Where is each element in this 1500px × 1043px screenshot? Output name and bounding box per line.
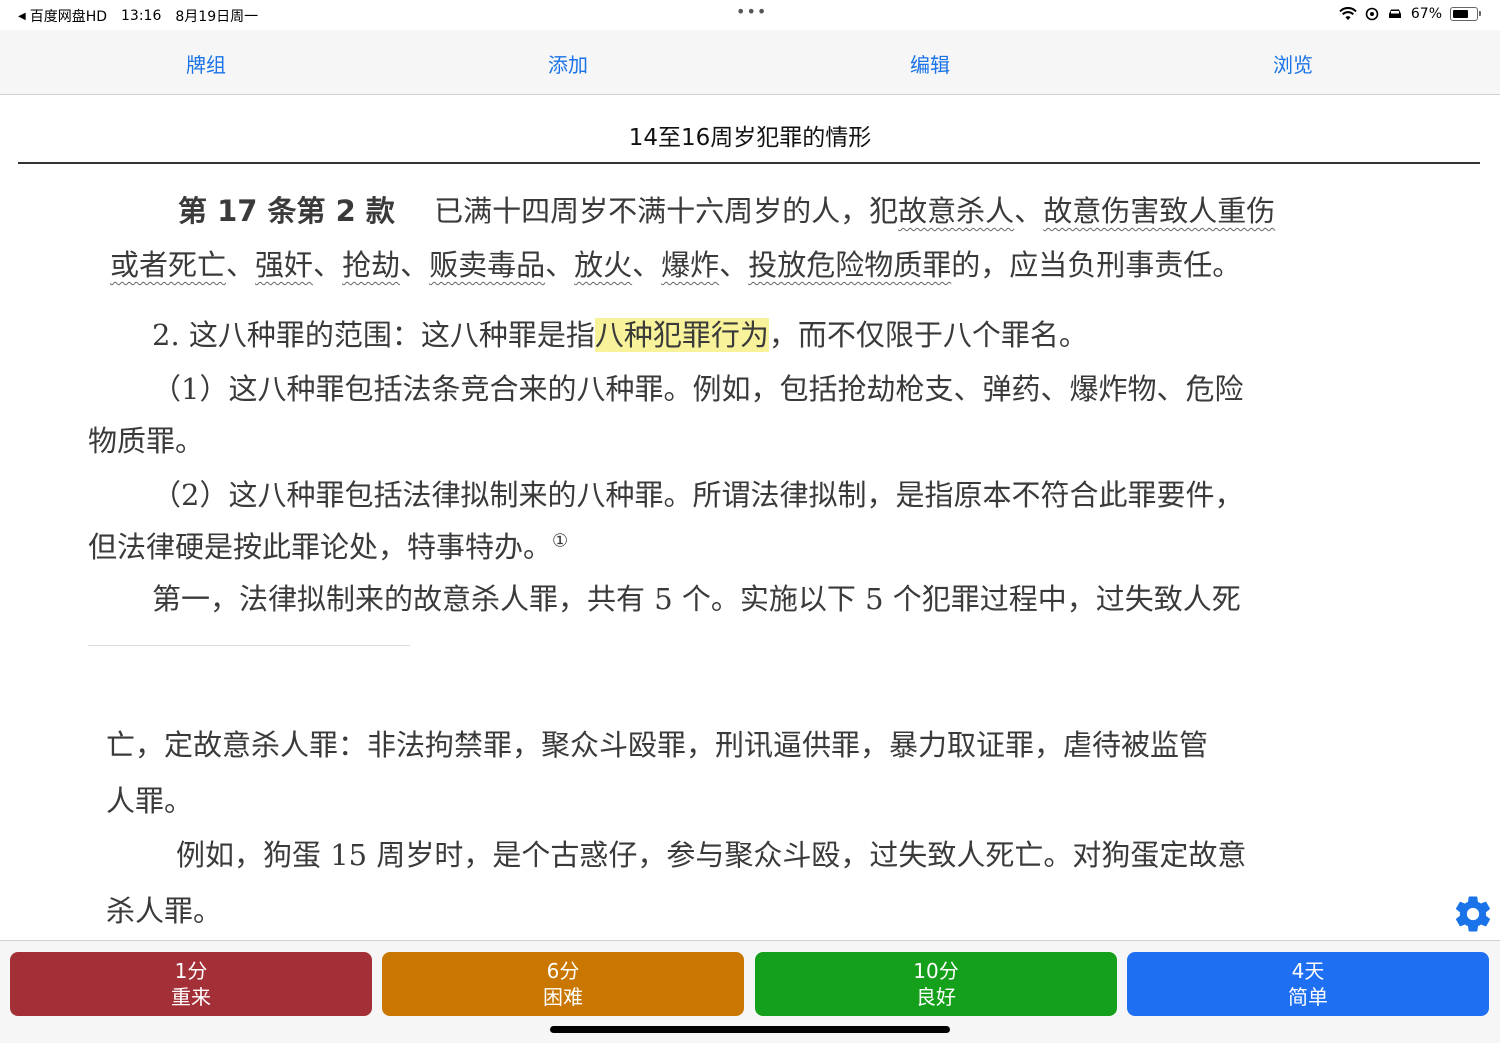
underlined-crime: 故意伤害致人重伤 xyxy=(1043,194,1276,228)
wifi-icon xyxy=(1339,7,1357,20)
battery-percent: 67% xyxy=(1410,6,1442,22)
answer-interval: 10分 xyxy=(913,959,959,983)
back-to-app-link[interactable]: ◀ 百度网盘HD xyxy=(18,6,107,26)
status-left: ◀ 百度网盘HD 13:16 8月19日周一 xyxy=(18,6,258,26)
underlined-crime: 强奸 xyxy=(255,248,314,282)
answer-interval: 4天 xyxy=(1291,959,1325,983)
answer-interval: 6分 xyxy=(546,959,580,983)
text-span: ，而不仅限于八个罪名。 xyxy=(768,318,1088,352)
back-triangle-icon: ◀ xyxy=(18,10,26,22)
gear-icon[interactable] xyxy=(1452,893,1494,935)
title-divider xyxy=(18,162,1480,164)
text-span: 、 xyxy=(400,248,430,282)
location-icon xyxy=(1365,7,1379,21)
text-line: 物质罪。 xyxy=(88,424,205,458)
answer-bar: 1分 重来 6分 困难 10分 良好 4天 简单 xyxy=(0,940,1500,1043)
answer-interval: 1分 xyxy=(174,959,208,983)
browse-button[interactable]: 浏览 xyxy=(1273,49,1313,78)
edit-button[interactable]: 编辑 xyxy=(910,49,950,78)
underlined-crime: 或者死亡 xyxy=(110,248,227,282)
text-line: 人罪。 xyxy=(106,784,194,818)
highlighted-text: 八种犯罪行为 xyxy=(594,318,769,352)
text-span: 但法律硬是按此罪论处，特事特办。 xyxy=(88,530,553,564)
easy-button[interactable]: 4天 简单 xyxy=(1127,952,1489,1016)
text-span: 、 xyxy=(632,248,662,282)
text-line: （1）这八种罪包括法条竞合来的八种罪。例如，包括抢劫枪支、弹药、爆炸物、危险 xyxy=(152,372,1244,406)
card-title: 14至16周岁犯罪的情形 xyxy=(628,125,872,151)
hard-button[interactable]: 6分 困难 xyxy=(382,952,744,1016)
text-line: 例如，狗蛋 15 周岁时，是个古惑仔，参与聚众斗殴，过失致人死亡。对狗蛋定故意 xyxy=(176,838,1247,872)
status-date: 8月19日周一 xyxy=(175,9,259,25)
text-span: 2. 这八种罪的范围：这八种罪是指 xyxy=(152,318,595,352)
answer-label: 良好 xyxy=(916,985,956,1009)
text-span: 、 xyxy=(1014,194,1044,228)
answer-label: 重来 xyxy=(171,985,211,1009)
text-span: 、 xyxy=(226,248,256,282)
status-right: 67% xyxy=(1339,6,1481,22)
decks-button[interactable]: 牌组 xyxy=(186,49,226,78)
underlined-crime: 抢劫 xyxy=(342,248,401,282)
answer-label: 简单 xyxy=(1288,985,1328,1009)
home-indicator[interactable] xyxy=(550,1026,950,1033)
text-span: 、 xyxy=(719,248,749,282)
underlined-crime: 投放危险物质罪 xyxy=(748,248,952,282)
text-line: （2）这八种罪包括法律拟制来的八种罪。所谓法律拟制，是指原本不符合此罪要件， xyxy=(152,478,1244,512)
text-span: 的，应当负刑事责任。 xyxy=(951,248,1242,282)
multitasking-dots[interactable]: ••• xyxy=(736,2,767,21)
car-icon xyxy=(1388,9,1401,18)
status-time: 13:16 xyxy=(121,8,162,24)
text-span: 、 xyxy=(545,248,575,282)
text-span: 、 xyxy=(313,248,343,282)
text-line: 2. 这八种罪的范围：这八种罪是指八种犯罪行为，而不仅限于八个罪名。 xyxy=(152,312,1088,354)
underlined-crime: 爆炸 xyxy=(661,248,720,282)
footnote-marker: ① xyxy=(552,530,569,552)
good-button[interactable]: 10分 良好 xyxy=(755,952,1117,1016)
text-line: 但法律硬是按此罪论处，特事特办。① xyxy=(88,524,568,566)
answer-label: 困难 xyxy=(543,985,583,1009)
underlined-crime: 放火 xyxy=(574,248,633,282)
text-span: 已满十四周岁不满十六周岁的人，犯 xyxy=(434,194,899,228)
underlined-crime: 贩卖毒品 xyxy=(429,248,546,282)
underlined-crime: 故意杀人 xyxy=(898,194,1015,228)
text-line: 亡，定故意杀人罪：非法拘禁罪，聚众斗殴罪，刑讯逼供罪，暴力取证罪，虐待被监管 xyxy=(106,728,1209,762)
text-line: 第 17 条第 2 款 已满十四周岁不满十六周岁的人，犯故意杀人、故意伤害致人重… xyxy=(178,188,1275,230)
again-button[interactable]: 1分 重来 xyxy=(10,952,372,1016)
add-button[interactable]: 添加 xyxy=(548,49,588,78)
back-app-label: 百度网盘HD xyxy=(29,9,108,25)
top-nav-bar: 牌组 添加 编辑 浏览 xyxy=(0,30,1500,95)
article-reference: 第 17 条第 2 款 xyxy=(178,194,395,228)
page-footnote-rule xyxy=(88,645,410,646)
text-line: 杀人罪。 xyxy=(106,894,223,928)
status-bar: ◀ 百度网盘HD 13:16 8月19日周一 ••• 67% xyxy=(0,0,1500,30)
text-line: 第一，法律拟制来的故意杀人罪，共有 5 个。实施以下 5 个犯罪过程中，过失致人… xyxy=(152,582,1241,616)
battery-icon xyxy=(1450,7,1481,21)
text-line: 或者死亡、强奸、抢劫、贩卖毒品、放火、爆炸、投放危险物质罪的，应当负刑事责任。 xyxy=(110,242,1241,284)
